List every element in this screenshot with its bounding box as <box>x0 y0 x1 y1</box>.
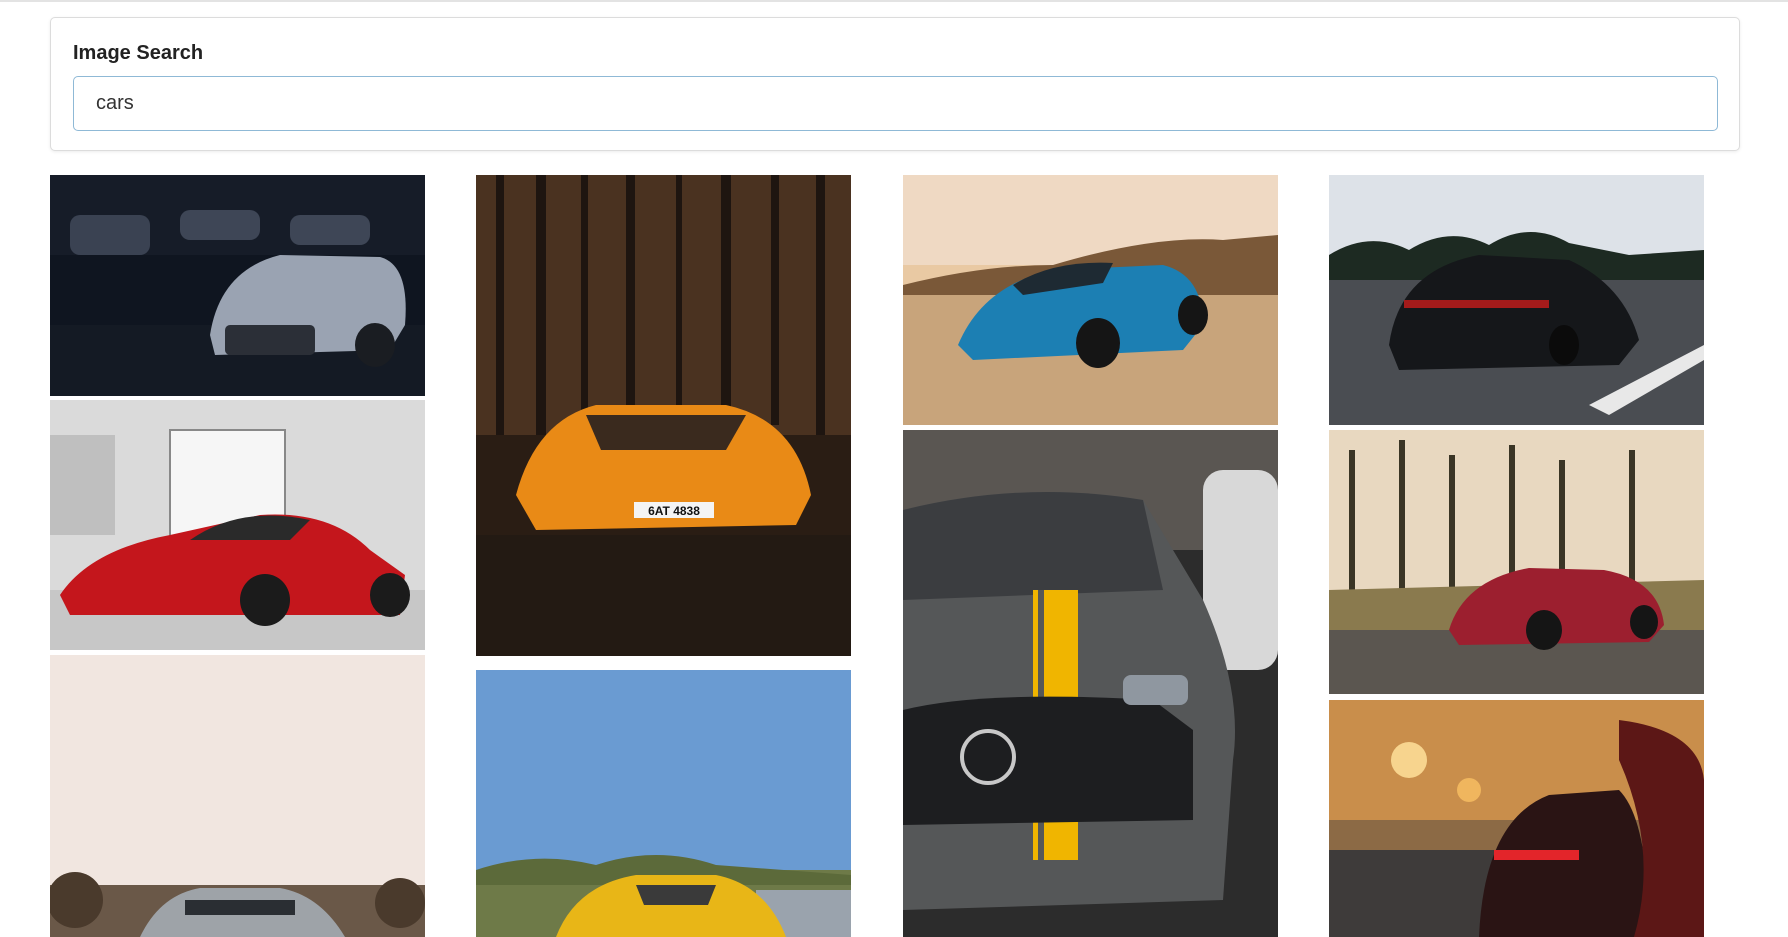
result-image-9[interactable] <box>1329 430 1704 694</box>
result-image-5[interactable] <box>476 670 851 937</box>
search-label: Image Search <box>73 42 204 64</box>
result-image-7[interactable] <box>903 430 1278 937</box>
result-image-10[interactable] <box>1329 700 1704 937</box>
result-image-2[interactable] <box>50 400 425 650</box>
top-divider <box>0 0 1788 2</box>
result-image-1[interactable] <box>50 175 425 396</box>
search-card: Image Search <box>50 17 1740 151</box>
search-input[interactable] <box>73 76 1718 131</box>
result-image-3[interactable] <box>50 655 425 937</box>
result-image-6[interactable] <box>903 175 1278 425</box>
result-image-4[interactable]: 6AT 4838 <box>476 175 851 656</box>
license-plate-text: 6AT 4838 <box>648 504 700 518</box>
result-image-8[interactable] <box>1329 175 1704 425</box>
